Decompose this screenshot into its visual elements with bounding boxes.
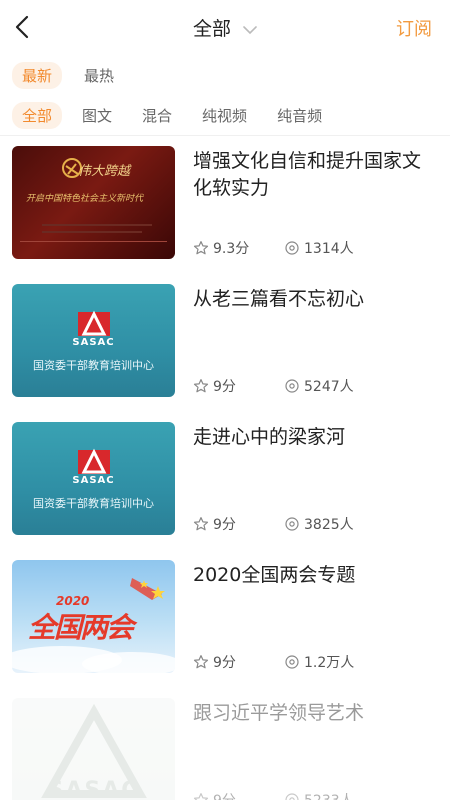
- rating: 9分: [193, 376, 236, 396]
- course-title[interactable]: 增强文化自信和提升国家文化软实力: [193, 148, 433, 202]
- view-count: 1314人: [284, 238, 354, 258]
- view-count-value: 5233人: [304, 790, 354, 800]
- eye-icon: [285, 241, 299, 255]
- filter-tab-all[interactable]: 全部: [12, 102, 63, 129]
- list-item[interactable]: SASAC 跟习近平学领导艺术 9分 5233人: [0, 698, 450, 800]
- course-title[interactable]: 跟习近平学领导艺术: [193, 700, 433, 727]
- view-count-value: 1314人: [304, 241, 354, 257]
- view-count-value: 3825人: [304, 517, 354, 533]
- thumbnail-logo-text: SASAC: [47, 778, 140, 800]
- course-meta: 9分 1.2万人: [193, 652, 354, 672]
- rating: 9分: [193, 790, 236, 800]
- rating-value: 9分: [213, 517, 236, 533]
- view-count: 5247人: [284, 376, 354, 396]
- chevron-down-icon: [243, 25, 257, 34]
- filter-tab-mixed[interactable]: 混合: [132, 102, 182, 129]
- course-thumbnail: SASAC: [12, 698, 175, 800]
- eye-icon: [285, 793, 299, 800]
- star-icon: [193, 379, 209, 393]
- rating-value: 9分: [213, 379, 236, 395]
- view-count-value: 5247人: [304, 379, 354, 395]
- course-thumbnail: 2020 全国两会: [12, 560, 175, 673]
- course-meta: 9分 5247人: [193, 376, 354, 396]
- subscribe-button[interactable]: 订阅: [396, 15, 432, 41]
- thumbnail-caption: 国资委干部教育培训中心: [33, 359, 154, 372]
- rating-value: 9.3分: [213, 241, 250, 257]
- filter-tab-article[interactable]: 图文: [72, 102, 122, 129]
- course-thumbnail: SASAC 国资委干部教育培训中心: [12, 284, 175, 397]
- course-title[interactable]: 2020全国两会专题: [193, 562, 433, 589]
- thumbnail-title-text: 伟大跨越: [78, 164, 131, 179]
- course-title[interactable]: 从老三篇看不忘初心: [193, 286, 433, 313]
- view-count: 3825人: [284, 514, 354, 534]
- view-count-value: 1.2万人: [304, 655, 355, 671]
- list-item[interactable]: 伟大跨越 开启中国特色社会主义新时代 增强文化自信和提升国家文化软实力 9.3分…: [0, 146, 450, 284]
- thumbnail-headline: 全国两会: [28, 611, 134, 644]
- eye-icon: [285, 517, 299, 531]
- filter-tab-audio[interactable]: 纯音频: [267, 102, 332, 129]
- star-icon: [193, 517, 209, 531]
- rating-value: 9分: [213, 790, 236, 800]
- course-meta: 9.3分 1314人: [193, 238, 354, 258]
- thumbnail-logo-text: SASAC: [72, 337, 115, 348]
- star-icon: [193, 793, 209, 800]
- filter-tab-video[interactable]: 纯视频: [192, 102, 257, 129]
- rating: 9分: [193, 652, 236, 672]
- sort-tab-latest[interactable]: 最新: [12, 62, 63, 89]
- thumbnail-subtitle-text: 开启中国特色社会主义新时代: [26, 194, 144, 204]
- list-item[interactable]: SASAC 国资委干部教育培训中心 走进心中的梁家河 9分 3825人: [0, 422, 450, 560]
- sort-tab-hottest[interactable]: 最热: [74, 62, 124, 89]
- rating: 9分: [193, 514, 236, 534]
- list-item[interactable]: 2020 全国两会 2020全国两会专题 9分 1.2万人: [0, 560, 450, 698]
- star-icon: [193, 241, 209, 255]
- thumbnail-logo-text: SASAC: [72, 475, 115, 486]
- eye-icon: [285, 655, 299, 669]
- course-thumbnail: SASAC 国资委干部教育培训中心: [12, 422, 175, 535]
- course-thumbnail: 伟大跨越 开启中国特色社会主义新时代: [12, 146, 175, 259]
- star-icon: [193, 655, 209, 669]
- rating-value: 9分: [213, 655, 236, 671]
- rating: 9.3分: [193, 238, 249, 258]
- thumbnail-caption: 国资委干部教育培训中心: [33, 497, 154, 510]
- course-title[interactable]: 走进心中的梁家河: [193, 424, 433, 451]
- page-title: 全部: [192, 18, 231, 40]
- sort-tabs: 最新 最热: [12, 62, 124, 89]
- category-dropdown[interactable]: 全部: [0, 14, 450, 41]
- top-bar: 全部 订阅: [0, 0, 450, 56]
- view-count: 5233人: [284, 790, 354, 800]
- view-count: 1.2万人: [284, 652, 354, 672]
- divider: [0, 135, 450, 136]
- filter-tabs: 全部 图文 混合 纯视频 纯音频: [12, 102, 332, 129]
- course-meta: 9分 5233人: [193, 790, 354, 800]
- course-meta: 9分 3825人: [193, 514, 354, 534]
- eye-icon: [285, 379, 299, 393]
- list-item[interactable]: SASAC 国资委干部教育培训中心 从老三篇看不忘初心 9分 5247人: [0, 284, 450, 422]
